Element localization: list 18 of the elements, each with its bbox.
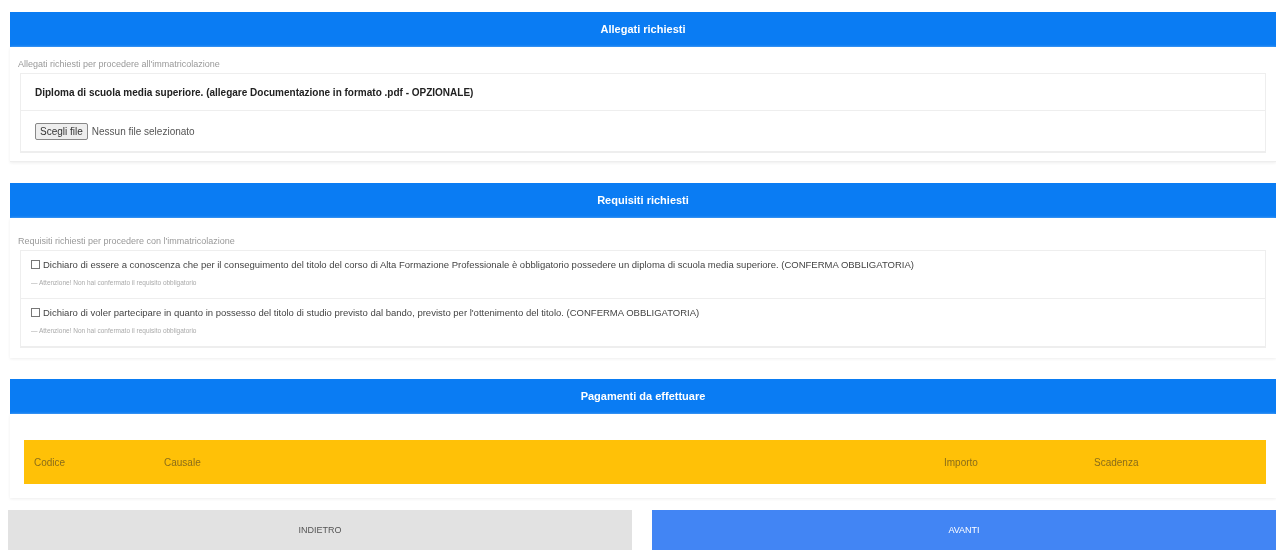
file-status: Nessun file selezionato xyxy=(91,125,195,137)
section-header: Allegati richiesti xyxy=(10,12,1276,47)
requirement-text: Dichiaro di essere a conoscenza che per il conseguimento del titolo del corso di Alta Formazione Professionale è obbligatorio possedere un diploma di scuola media superiore. (CONFERMA OBBLIGATORIA) xyxy=(43,259,914,270)
requirement-text: Dichiaro di voler partecipare in quanto in possesso del titolo di studio previsto dal bando, previsto per l'ottenimento del titolo. (CONFERMA OBBLIGATORIA) xyxy=(43,307,700,318)
section-header: Pagamenti da effettuare xyxy=(10,379,1276,414)
checkbox[interactable] xyxy=(31,260,40,269)
column-header: Causale xyxy=(164,456,202,468)
section-subtitle: Requisiti richiesti per procedere con l'immatricolazione xyxy=(18,236,236,246)
choose-file-button[interactable]: Scegli file xyxy=(35,122,88,140)
next-button[interactable]: AVANTI xyxy=(652,510,1276,550)
column-header: Importo xyxy=(944,456,979,468)
column-header: Scadenza xyxy=(1094,456,1140,468)
column-header: Codice xyxy=(34,456,67,468)
section-subtitle: Allegati richiesti per procedere all'immatricolazione xyxy=(18,59,221,69)
checkbox[interactable] xyxy=(31,308,40,317)
back-button[interactable]: INDIETRO xyxy=(8,510,632,550)
section-header: Requisiti richiesti xyxy=(10,183,1276,218)
attachment-label: Diploma di scuola media superiore. (allegare Documentazione in formato .pdf - OPZIONALE) xyxy=(35,86,474,98)
